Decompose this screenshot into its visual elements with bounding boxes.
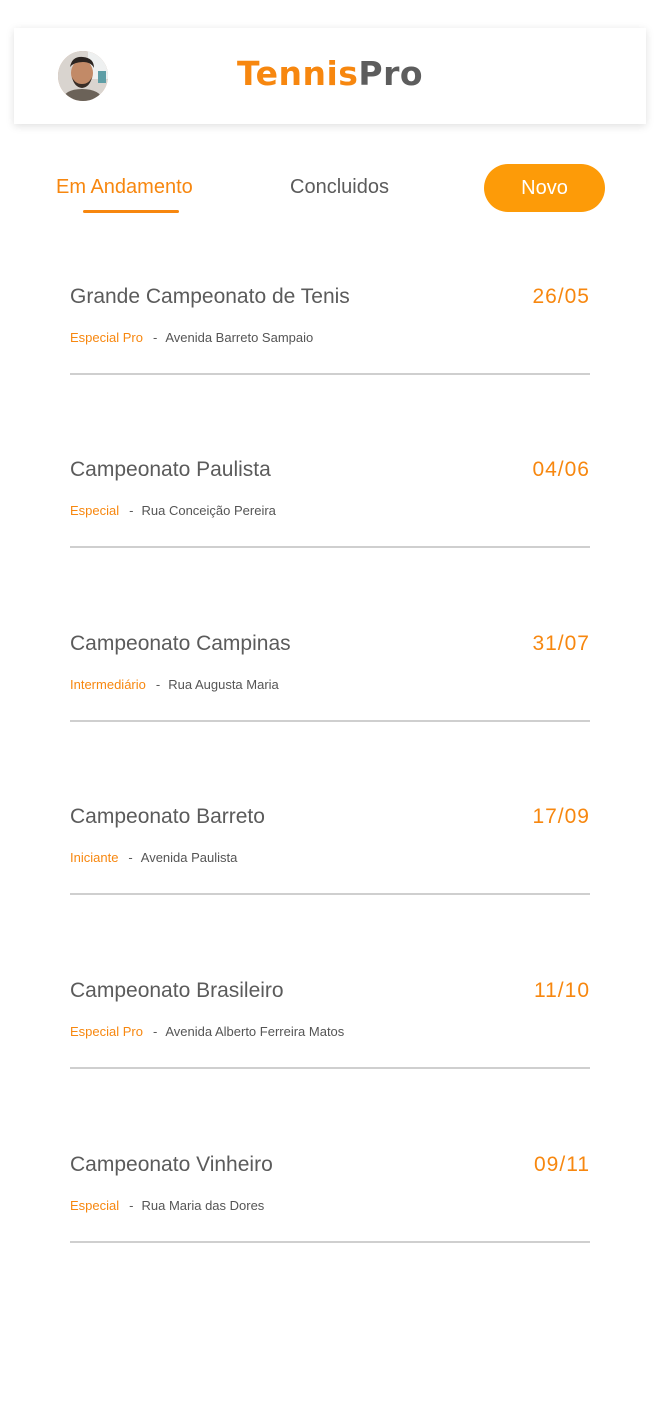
logo-text-pro: Pro [358, 54, 424, 93]
tab-em-andamento[interactable]: Em Andamento [56, 173, 193, 201]
tournament-date: 09/11 [534, 1153, 590, 1176]
tournament-date: 04/06 [532, 458, 590, 481]
tournament-meta: Especial - Rua Conceição Pereira [70, 502, 276, 520]
list-item[interactable]: Campeonato Barreto 17/09 Iniciante - Aveni… [70, 805, 590, 907]
meta-separator: - [128, 850, 133, 865]
tournament-title: Campeonato Barreto [70, 805, 265, 828]
list-item[interactable]: Campeonato Vinheiro 09/11 Especial - Rua M… [70, 1153, 590, 1255]
meta-separator: - [152, 330, 158, 345]
list-item[interactable]: Campeonato Paulista 04/06 Especial - Rua C… [70, 458, 590, 560]
tournament-title: Campeonato Brasileiro [70, 979, 284, 1002]
tournament-title: Grande Campeonato de Tenis [70, 285, 350, 308]
tournament-date: 26/05 [532, 285, 590, 308]
tournament-address: Avenida Barreto Sampaio [165, 330, 314, 345]
tournament-title: Campeonato Paulista [70, 458, 271, 481]
tournament-date: 31/07 [532, 632, 590, 655]
tournament-date: 17/09 [532, 805, 590, 828]
meta-separator: - [152, 1024, 158, 1039]
tournament-meta: Iniciante - Avenida Paulista [70, 849, 237, 867]
tab-concluidos[interactable]: Concluidos [290, 173, 389, 201]
list-item[interactable]: Campeonato Brasileiro 11/10 Especial Pro… [70, 979, 590, 1081]
new-tournament-button[interactable]: Novo [484, 164, 605, 212]
tournament-address: Avenida Alberto Ferreira Matos [165, 1024, 345, 1039]
tournament-date: 11/10 [534, 979, 590, 1002]
tournament-address: Rua Maria das Dores [141, 1198, 265, 1213]
meta-separator: - [129, 503, 134, 518]
divider [70, 1241, 590, 1243]
tournament-meta: Intermediário - Rua Augusta Maria [70, 676, 279, 694]
list-item[interactable]: Campeonato Campinas 31/07 Intermediário -… [70, 632, 590, 734]
app-header: TennisPro [14, 28, 646, 124]
divider [70, 546, 590, 548]
active-tab-indicator [83, 210, 179, 213]
tournament-level: Intermediário [70, 677, 146, 692]
tournament-title: Campeonato Vinheiro [70, 1153, 273, 1176]
tournament-title: Campeonato Campinas [70, 632, 291, 655]
list-item[interactable]: Grande Campeonato de Tenis 26/05 Especia… [70, 285, 590, 387]
tournament-address: Rua Conceição Pereira [141, 503, 276, 518]
divider [70, 1067, 590, 1069]
tournament-level: Especial [70, 503, 120, 518]
tournament-level: Especial [70, 1198, 120, 1213]
tournament-level: Especial Pro [70, 330, 143, 345]
tournament-meta: Especial Pro - Avenida Alberto Ferreira Ma… [70, 1023, 344, 1041]
tournament-level: Iniciante [70, 850, 119, 865]
tournament-meta: Especial - Rua Maria das Dores [70, 1197, 264, 1215]
divider [70, 893, 590, 895]
tournament-level: Especial Pro [70, 1024, 143, 1039]
divider [70, 373, 590, 375]
tournament-meta: Especial Pro - Avenida Barreto Sampaio [70, 329, 313, 347]
divider [70, 720, 590, 722]
meta-separator: - [129, 1198, 134, 1213]
tournament-address: Avenida Paulista [140, 850, 238, 865]
logo-text-tennis: Tennis [236, 54, 359, 93]
meta-separator: - [155, 677, 161, 692]
app-logo: TennisPro [14, 52, 646, 96]
tournament-address: Rua Augusta Maria [168, 677, 279, 692]
